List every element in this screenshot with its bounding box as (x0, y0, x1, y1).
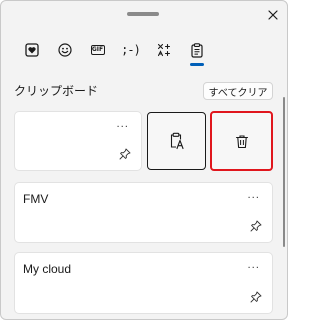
kaomoji-icon: ;-) (121, 43, 141, 57)
pin-icon[interactable] (119, 148, 131, 160)
tab-gif[interactable]: GIF (81, 37, 114, 63)
emoji-clipboard-panel: GIF ;-) クリップボード すべてクリア ... FMV ... My cl… (0, 0, 288, 320)
tab-kaomoji[interactable]: ;-) (114, 37, 147, 63)
category-tabs: GIF ;-) (15, 37, 213, 66)
pin-icon[interactable] (250, 291, 262, 303)
close-button[interactable] (263, 5, 283, 25)
clear-all-button[interactable]: すべてクリア (203, 82, 273, 100)
clipboard-item[interactable]: ... (14, 111, 142, 171)
more-options-button[interactable]: ... (247, 261, 260, 271)
close-icon (268, 10, 278, 20)
clipboard-icon (190, 42, 203, 58)
paste-as-text-button[interactable] (147, 112, 206, 170)
scrollbar[interactable] (283, 97, 285, 247)
tab-recent-emoji[interactable] (15, 37, 48, 63)
tab-clipboard[interactable] (180, 37, 213, 66)
smiley-icon (57, 43, 72, 57)
gif-icon: GIF (90, 45, 105, 55)
trash-icon (235, 134, 248, 148)
clipboard-section-title: クリップボード (14, 84, 99, 98)
paste-text-icon (170, 132, 184, 150)
delete-item-button[interactable] (210, 111, 273, 171)
clipboard-item[interactable]: My cloud ... (14, 252, 273, 314)
symbols-icon (157, 43, 170, 57)
clipboard-item-text: My cloud (23, 262, 72, 276)
pin-icon[interactable] (250, 220, 262, 232)
clipboard-item[interactable]: FMV ... (14, 182, 273, 243)
tab-symbols[interactable] (147, 37, 180, 63)
active-tab-indicator (190, 63, 204, 66)
heart-sticker-icon (24, 43, 39, 57)
more-options-button[interactable]: ... (116, 120, 129, 130)
more-options-button[interactable]: ... (247, 191, 260, 201)
tab-emoji[interactable] (48, 37, 81, 63)
clipboard-item-text: FMV (23, 192, 49, 206)
drag-handle[interactable] (127, 12, 159, 16)
